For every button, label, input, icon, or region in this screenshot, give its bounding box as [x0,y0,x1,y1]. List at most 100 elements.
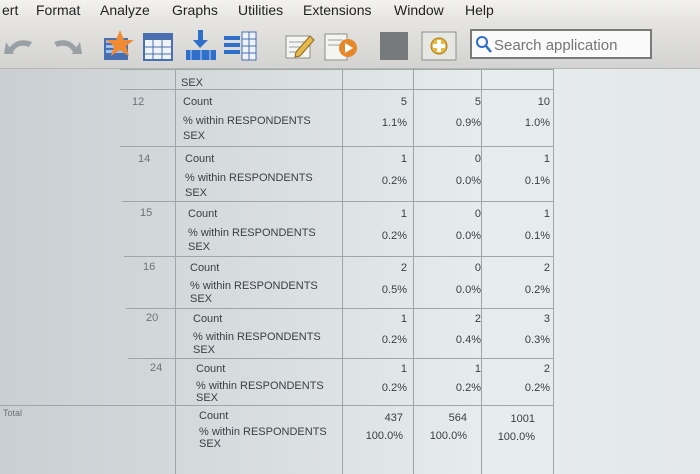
row-divider [124,256,553,257]
menu-format[interactable]: Format [36,2,80,18]
stat-pct-line2: SEX [183,130,206,142]
count-female: 5 [474,96,481,108]
star-chart-icon[interactable] [100,28,134,62]
menu-analyze[interactable]: Analyze [100,2,150,18]
data-column-divider-2 [413,69,414,474]
stat-pct-line2: SEX [199,438,222,450]
count-female: 0 [474,262,481,274]
add-icon[interactable] [420,28,457,62]
stat-count: Count [188,208,218,220]
pct-total: 100.0% [497,431,535,443]
count-female: 0 [474,208,481,220]
pct-total: 0.1% [524,175,550,187]
pct-male: 0.2% [381,175,407,187]
stat-count: Count [196,363,226,375]
search-box[interactable] [470,29,652,59]
search-input[interactable] [494,35,649,55]
value-labels-icon[interactable] [222,28,257,62]
undo-icon[interactable] [2,28,36,62]
stat-count: Count [185,153,215,165]
count-male: 1 [400,153,407,165]
cases-icon[interactable] [140,28,174,62]
stat-count: Count [199,410,229,422]
row-label-15: 15 [140,207,153,219]
stat-count: Count [193,313,223,325]
pct-male: 0.2% [381,382,407,394]
menu-extensions[interactable]: Extensions [303,2,371,18]
split-file-icon[interactable] [182,28,216,62]
pct-female: 0.0% [455,175,481,187]
row-divider [120,89,553,90]
crosstab-table: SEX 12 Count % within RESPONDENTS SEX 5 … [0,69,700,474]
count-female: 564 [448,412,467,424]
stat-pct-line1: % within RESPONDENTS [193,331,321,343]
redo-icon[interactable] [50,28,84,62]
stat-pct-line1: % within RESPONDENTS [199,426,327,438]
count-total: 3 [543,313,550,325]
count-female: 0 [474,153,481,165]
pct-total: 0.2% [524,284,550,296]
row-divider [120,146,553,147]
square-icon[interactable] [378,28,412,62]
row-label-16: 16 [143,261,156,273]
menu-window[interactable]: Window [394,2,444,18]
edit-icon[interactable] [282,28,316,62]
label-column-divider [175,69,176,474]
menu-graphs[interactable]: Graphs [172,2,218,18]
count-total: 1 [543,153,550,165]
pct-male: 0.2% [381,334,407,346]
data-column-divider-4 [553,69,554,474]
stat-count: Count [183,96,213,108]
pct-female: 0.4% [455,334,481,346]
search-icon [476,36,492,53]
count-male: 2 [400,262,407,274]
stat-pct-line1: % within RESPONDENTS [188,227,316,239]
count-female: 1 [474,363,481,375]
menu-help[interactable]: Help [465,2,494,18]
pct-male: 1.1% [381,117,407,129]
menu-utilities[interactable]: Utilities [238,2,283,18]
count-total: 2 [543,363,550,375]
row-label-20: 20 [146,312,159,324]
menu-bar: ert Format Analyze Graphs Utilities Exte… [0,0,700,24]
stat-pct-line1: % within RESPONDENTS [196,380,324,392]
stat-pct-line2: SEX [185,187,208,199]
pct-female: 0.0% [455,230,481,242]
stat-pct-line2: SEX [196,392,219,404]
stat-pct-line1: % within RESPONDENTS [185,172,313,184]
data-column-divider-3 [481,69,482,474]
pct-total: 1.0% [524,117,550,129]
count-female: 2 [474,313,481,325]
data-column-divider-1 [342,69,343,474]
pct-female: 0.2% [455,382,481,394]
pct-male: 100.0% [365,430,403,442]
count-male: 1 [400,208,407,220]
count-total: 1001 [510,413,535,425]
count-male: 437 [384,412,403,424]
stat-pct-line2: SEX [193,344,216,356]
row-divider [128,358,553,359]
pct-female: 0.0% [455,284,481,296]
row-label-14: 14 [138,153,151,165]
count-total: 2 [543,262,550,274]
pct-male: 0.5% [381,284,407,296]
stat-pct-line1: % within RESPONDENTS [183,115,311,127]
total-divider [0,405,553,406]
count-male: 1 [400,313,407,325]
count-total: 1 [543,208,550,220]
row-label-12: 12 [132,96,145,108]
count-male: 5 [400,96,407,108]
total-label: Total [3,408,23,418]
stat-pct-line2: SEX [188,241,211,253]
pct-total: 0.3% [524,334,550,346]
pct-total: 0.1% [524,230,550,242]
count-male: 1 [400,363,407,375]
script-icon[interactable] [322,28,357,62]
top-border [120,69,553,70]
stat-pct-line2: SEX [190,293,213,305]
count-total: 10 [537,96,550,108]
menu-insert[interactable]: ert [2,2,18,18]
stat-count: Count [190,262,220,274]
sex-label: SEX [181,77,204,89]
pct-female: 0.9% [455,117,481,129]
